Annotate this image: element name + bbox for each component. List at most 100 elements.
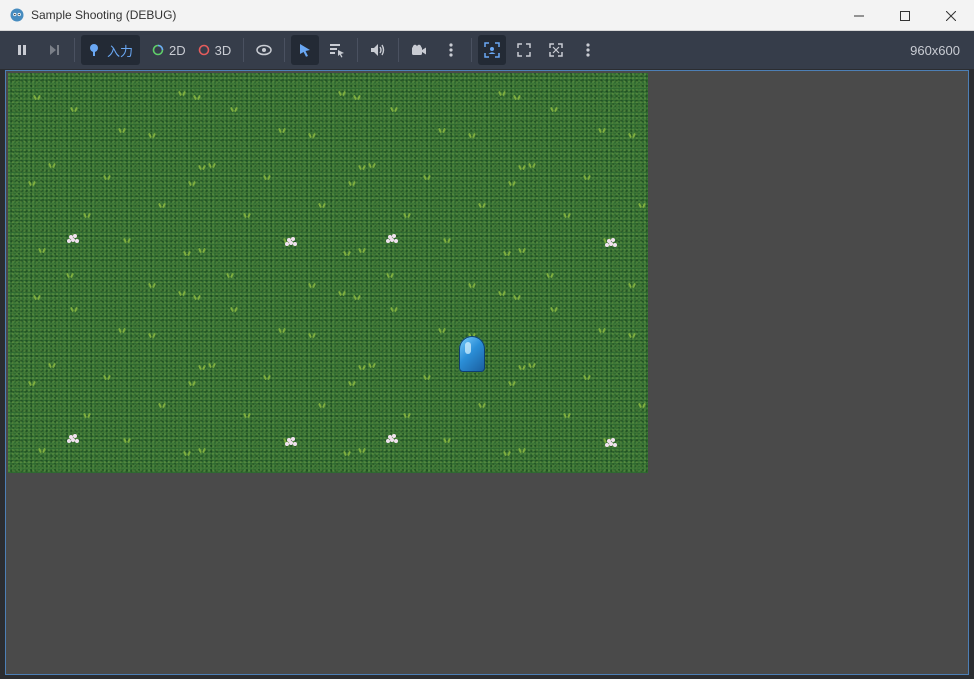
view-options-button[interactable] <box>574 35 602 65</box>
audio-button[interactable] <box>364 35 392 65</box>
grass-tuft <box>318 403 326 408</box>
grass-tuft <box>423 375 431 380</box>
grass-tuft <box>33 95 41 100</box>
resolution-label: 960x600 <box>910 42 960 58</box>
mode-3d-button[interactable]: 3D <box>192 35 238 65</box>
grass-tuft <box>508 381 516 386</box>
mode-2d-button[interactable]: 2D <box>146 35 192 65</box>
embed-window-button[interactable] <box>478 35 507 65</box>
window-controls <box>836 0 974 31</box>
fullscreen-button[interactable] <box>510 35 538 65</box>
minimize-button[interactable] <box>836 0 882 31</box>
grass-tuft <box>498 91 506 96</box>
grass-tuft <box>386 273 394 278</box>
grass-tuft <box>198 165 206 170</box>
grass-tuft <box>503 451 511 456</box>
grass-tuft <box>308 283 316 288</box>
grass-tuft <box>243 213 251 218</box>
stretch-button[interactable] <box>542 35 570 65</box>
grass-tuft <box>348 181 356 186</box>
flower-decoration <box>604 437 618 451</box>
close-button[interactable] <box>928 0 974 31</box>
grass-tuft <box>438 128 446 133</box>
grass-tuft <box>478 203 486 208</box>
grass-tuft <box>66 273 74 278</box>
grass-tuft <box>308 133 316 138</box>
pause-icon <box>18 45 26 55</box>
minimize-icon <box>854 15 864 16</box>
grass-tuft <box>183 251 191 256</box>
window-titlebar: Sample Shooting (DEBUG) <box>0 0 974 31</box>
input-icon <box>90 44 98 56</box>
select-mode-button[interactable] <box>291 35 320 65</box>
grass-tuft <box>353 95 361 100</box>
window-title: Sample Shooting (DEBUG) <box>31 8 177 22</box>
maximize-icon <box>900 10 910 21</box>
toolbar-divider <box>398 38 400 62</box>
grass-tuft <box>198 365 206 370</box>
expand-icon <box>517 43 532 57</box>
grass-tuft <box>358 448 366 453</box>
grass-tuft <box>38 448 46 453</box>
grass-tuft <box>583 175 591 180</box>
grass-tuft <box>550 107 558 112</box>
grass-tuft <box>183 451 191 456</box>
grass-tuft <box>403 413 411 418</box>
grass-tuft <box>148 333 156 338</box>
step-frame-button[interactable] <box>40 35 68 65</box>
grass-tuft <box>48 163 56 168</box>
grass-tuft <box>83 413 91 418</box>
camera-button[interactable] <box>405 35 433 65</box>
grass-tuft <box>38 248 46 253</box>
grass-tuft <box>278 328 286 333</box>
grass-tuft <box>390 307 398 312</box>
camera-options-button[interactable] <box>437 35 465 65</box>
grass-tuft <box>368 163 376 168</box>
grass-tuft <box>638 203 646 208</box>
list-cursor-icon <box>330 44 345 58</box>
flower-decoration <box>66 233 80 247</box>
grass-tuft <box>308 333 316 338</box>
visibility-button[interactable] <box>250 35 278 65</box>
eye-icon <box>256 44 273 56</box>
grass-tuft <box>338 291 346 296</box>
grass-tuft <box>123 438 131 443</box>
grass-tuft <box>403 213 411 218</box>
grass-tuft <box>513 95 521 100</box>
grass-tuft <box>528 363 536 368</box>
grass-tuft <box>478 403 486 408</box>
grass-tuft <box>278 128 286 133</box>
flower-decoration <box>385 233 399 247</box>
grass-tuft <box>178 91 186 96</box>
pause-button[interactable] <box>8 35 36 65</box>
grass-tuft <box>358 365 366 370</box>
grass-tuft <box>628 333 636 338</box>
grass-tuft <box>563 213 571 218</box>
grass-tuft <box>343 451 351 456</box>
grass-tuft <box>358 248 366 253</box>
grass-tuft <box>148 133 156 138</box>
toolbar-divider <box>74 38 75 62</box>
camera-icon <box>412 44 427 55</box>
grass-tuft <box>443 438 451 443</box>
grass-tuft <box>70 307 78 312</box>
grass-tuft <box>118 128 126 133</box>
input-mode-button[interactable]: 入力 <box>81 35 141 65</box>
flower-decoration <box>604 237 618 251</box>
game-canvas[interactable] <box>8 73 648 473</box>
grass-tuft <box>358 165 366 170</box>
game-viewport[interactable] <box>5 70 969 675</box>
grass-tuft <box>118 328 126 333</box>
grass-tuft <box>188 381 196 386</box>
player-sprite <box>459 336 485 372</box>
3d-ring-icon <box>198 44 209 56</box>
grass-tuft <box>443 238 451 243</box>
list-select-button[interactable] <box>323 35 351 65</box>
grass-tuft <box>208 163 216 168</box>
grass-tuft <box>338 91 346 96</box>
grass-tuft <box>513 295 521 300</box>
grass-tuft <box>193 295 201 300</box>
grass-tuft <box>498 291 506 296</box>
maximize-button[interactable] <box>882 0 928 31</box>
grass-tuft <box>583 375 591 380</box>
